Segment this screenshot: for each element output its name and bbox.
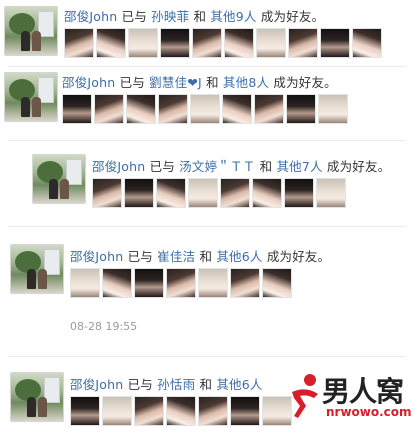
friend-thumb[interactable]	[262, 268, 292, 298]
feed-item: 邵俊John 已与 崔佳洁 和 其他6人 成为好友。 08-28 19:55	[0, 238, 414, 348]
and-text: 和	[193, 9, 207, 24]
friend-link[interactable]: 劉慧佳❤J	[149, 75, 202, 90]
timestamp: 08-28 19:55	[70, 320, 138, 333]
friend-thumb[interactable]	[102, 396, 132, 426]
friend-thumb[interactable]	[284, 178, 314, 208]
feed-line: 邵俊John 已与 孙恬雨 和 其他6人	[70, 374, 263, 393]
friend-thumb[interactable]	[320, 28, 350, 58]
friend-thumb[interactable]	[318, 94, 348, 124]
friend-thumb[interactable]	[158, 94, 188, 124]
friend-thumb[interactable]	[62, 94, 92, 124]
friend-thumb[interactable]	[134, 396, 164, 426]
others-link[interactable]: 其他7人	[276, 159, 322, 174]
friend-thumb[interactable]	[316, 178, 346, 208]
friend-thumb[interactable]	[102, 268, 132, 298]
friend-thumb[interactable]	[96, 28, 126, 58]
friend-thumb[interactable]	[192, 28, 222, 58]
friend-thumb[interactable]	[230, 268, 260, 298]
friend-link[interactable]: 汤文婷＂ＴＴ	[179, 159, 255, 174]
verb-text: 已与	[119, 75, 145, 90]
watermark-site: nrwowo.com	[326, 405, 412, 419]
divider	[8, 226, 406, 227]
avatar[interactable]	[10, 244, 64, 294]
friend-thumb[interactable]	[134, 268, 164, 298]
suffix-text: 成为好友。	[260, 9, 325, 24]
friend-thumb[interactable]	[166, 396, 196, 426]
friend-thumb[interactable]	[64, 28, 94, 58]
friend-thumb[interactable]	[70, 268, 100, 298]
watermark-logo-text: 男人窝	[322, 375, 404, 408]
user-link[interactable]: 邵俊John	[64, 9, 117, 24]
friend-thumb[interactable]	[92, 178, 122, 208]
user-link[interactable]: 邵俊John	[70, 249, 123, 264]
and-text: 和	[199, 249, 213, 264]
user-link[interactable]: 邵俊John	[62, 75, 115, 90]
and-text: 和	[259, 159, 273, 174]
friend-thumb[interactable]	[254, 94, 284, 124]
friend-thumb[interactable]	[222, 94, 252, 124]
friend-thumb[interactable]	[252, 178, 282, 208]
divider	[8, 140, 406, 141]
friend-thumb[interactable]	[288, 28, 318, 58]
feed-line: 邵俊John 已与 劉慧佳❤J 和 其他8人 成为好友。	[62, 72, 337, 91]
avatar[interactable]	[10, 372, 64, 422]
divider	[8, 356, 406, 357]
friend-thumb[interactable]	[70, 396, 100, 426]
suffix-text: 成为好友。	[266, 249, 331, 264]
feed-line: 邵俊John 已与 孙映菲 和 其他9人 成为好友。	[64, 6, 324, 25]
friend-thumb[interactable]	[94, 94, 124, 124]
and-text: 和	[206, 75, 219, 90]
others-link[interactable]: 其他6人	[216, 377, 262, 392]
friend-thumbnails	[92, 178, 346, 208]
others-link[interactable]: 其他9人	[210, 9, 256, 24]
suffix-text: 成为好友。	[326, 159, 391, 174]
feed-item: 邵俊John 已与 汤文婷＂ＴＴ 和 其他7人 成为好友。	[0, 146, 414, 216]
others-link[interactable]: 其他6人	[216, 249, 262, 264]
avatar[interactable]	[32, 154, 86, 204]
verb-text: 已与	[127, 377, 153, 392]
friend-thumb[interactable]	[156, 178, 186, 208]
friend-thumb[interactable]	[188, 178, 218, 208]
verb-text: 已与	[149, 159, 175, 174]
friend-thumbnails	[70, 396, 292, 426]
figure-logo-icon	[292, 374, 318, 418]
friend-thumb[interactable]	[126, 94, 156, 124]
friend-thumb[interactable]	[224, 28, 254, 58]
user-link[interactable]: 邵俊John	[70, 377, 123, 392]
friend-thumb[interactable]	[198, 268, 228, 298]
user-link[interactable]: 邵俊John	[92, 159, 145, 174]
feed-line: 邵俊John 已与 崔佳洁 和 其他6人 成为好友。	[70, 246, 330, 265]
feed-item: 邵俊John 已与 劉慧佳❤J 和 其他8人 成为好友。	[0, 66, 414, 132]
friend-thumb[interactable]	[160, 28, 190, 58]
site-watermark: 男人窝 nrwowo.com	[288, 370, 412, 422]
friend-thumb[interactable]	[198, 396, 228, 426]
friend-thumb[interactable]	[124, 178, 154, 208]
friend-thumbnails	[70, 268, 292, 298]
feed-line: 邵俊John 已与 汤文婷＂ＴＴ 和 其他7人 成为好友。	[92, 156, 390, 175]
verb-text: 已与	[127, 249, 153, 264]
friend-link[interactable]: 孙恬雨	[157, 377, 195, 392]
friend-thumb[interactable]	[220, 178, 250, 208]
friend-link[interactable]: 孙映菲	[151, 9, 189, 24]
friend-thumb[interactable]	[256, 28, 286, 58]
and-text: 和	[199, 377, 213, 392]
friend-thumb[interactable]	[352, 28, 382, 58]
friend-thumbnails	[64, 28, 382, 58]
others-link[interactable]: 其他8人	[223, 75, 269, 90]
avatar[interactable]	[4, 6, 58, 56]
friend-link[interactable]: 崔佳洁	[157, 249, 195, 264]
friend-thumb[interactable]	[190, 94, 220, 124]
avatar[interactable]	[4, 72, 58, 122]
suffix-text: 成为好友。	[273, 75, 337, 90]
friend-thumb[interactable]	[230, 396, 260, 426]
friend-thumb[interactable]	[286, 94, 316, 124]
verb-text: 已与	[121, 9, 147, 24]
feed-item: 邵俊John 已与 孙映菲 和 其他9人 成为好友。	[0, 0, 414, 66]
friend-thumb[interactable]	[166, 268, 196, 298]
friend-thumbnails	[62, 94, 348, 124]
friend-thumb[interactable]	[128, 28, 158, 58]
